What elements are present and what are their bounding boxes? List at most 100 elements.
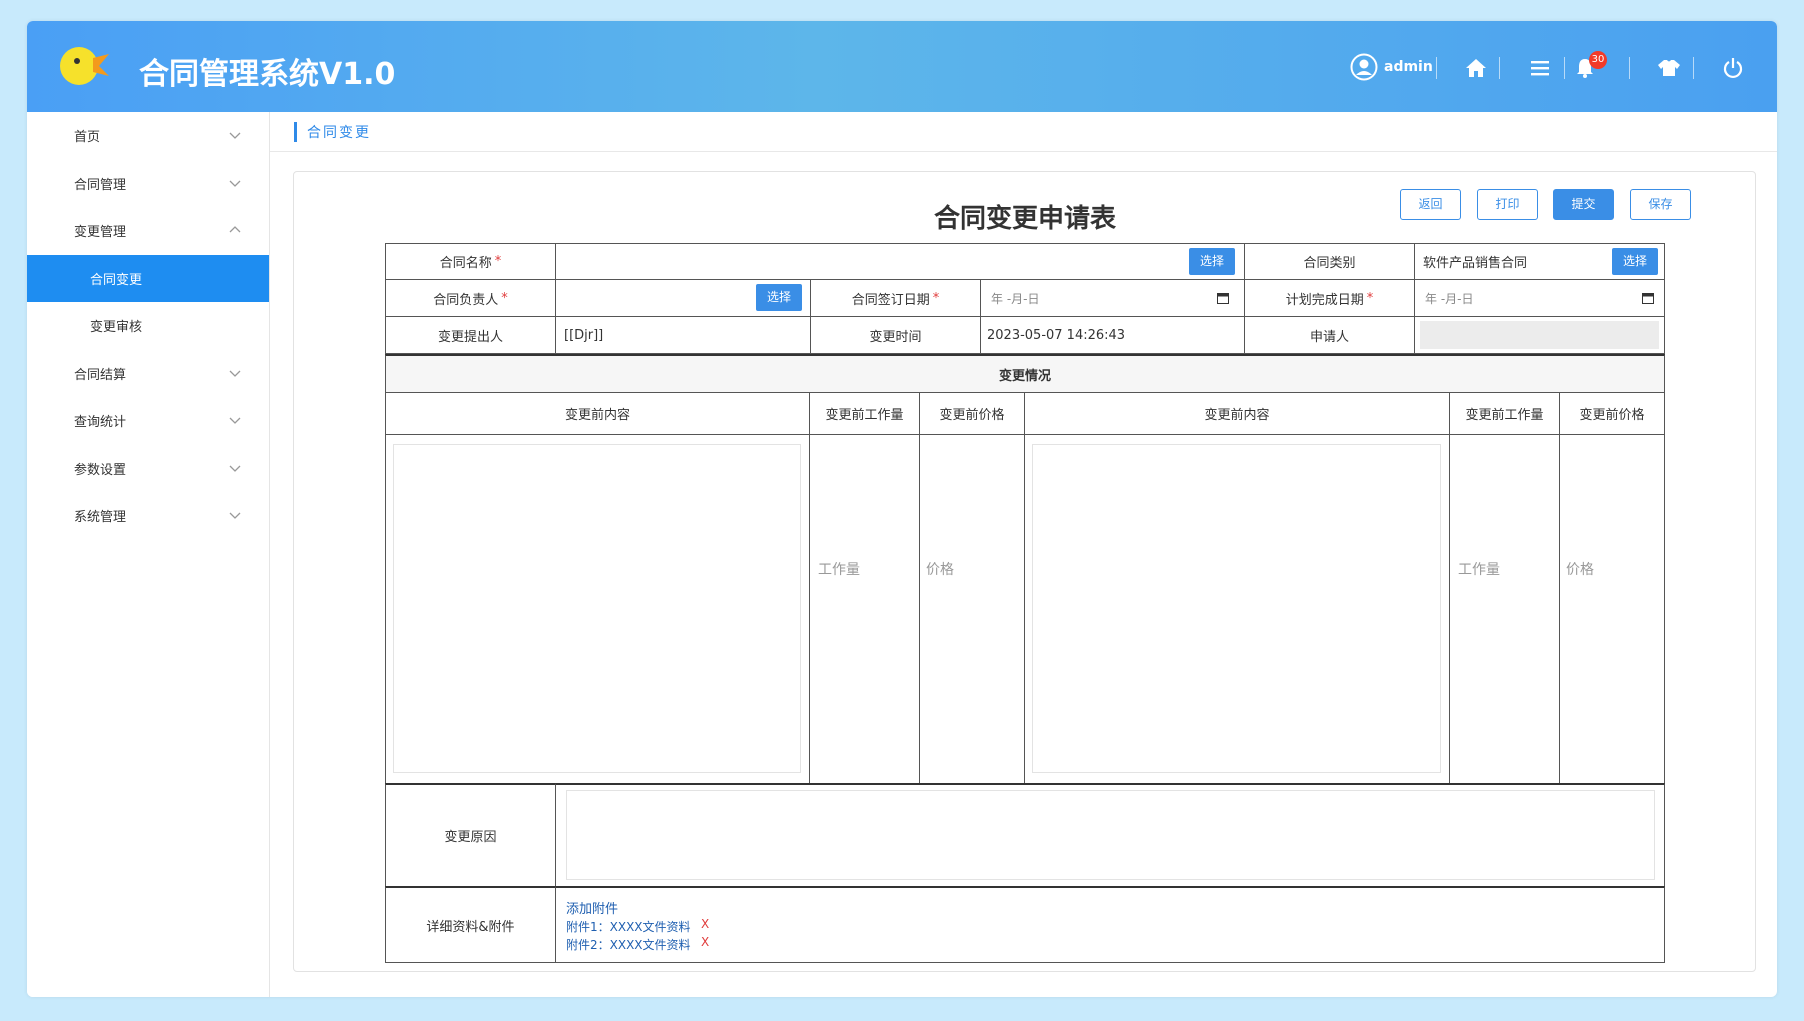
remove-attachment-button[interactable]: X: [701, 917, 709, 931]
attachment-link[interactable]: 附件1：XXXX文件资料: [566, 918, 691, 935]
sidebar-item-label: 合同变更: [90, 272, 143, 288]
select-contract-button[interactable]: 选择: [1189, 248, 1235, 275]
sidebar-item-label: 变更管理: [74, 225, 127, 241]
contract-name-field[interactable]: 选择: [555, 243, 1245, 280]
before-content-cell: [385, 434, 810, 784]
col-before-price: 变更前价格: [919, 392, 1025, 435]
breadcrumb: 合同变更: [270, 112, 1777, 152]
contract-type-field[interactable]: 软件产品销售合同 选择: [1414, 243, 1665, 280]
contract-type-value: 软件产品销售合同: [1423, 256, 1528, 271]
label-change-time: 变更时间: [810, 316, 981, 354]
home-icon[interactable]: [1463, 55, 1489, 81]
chevron-up-icon: [229, 226, 241, 233]
add-attachment-link[interactable]: 添加附件: [566, 898, 618, 917]
select-owner-button[interactable]: 选择: [756, 284, 802, 311]
notification-badge: 30: [1589, 51, 1607, 69]
proposer-value: [[Djr]]: [564, 327, 604, 343]
plan-date-placeholder: 年 -月-日: [1425, 291, 1474, 306]
chevron-down-icon: [229, 370, 241, 377]
header-divider: [1499, 57, 1500, 79]
header-divider: [1564, 57, 1565, 79]
sidebar-item-contract-change[interactable]: 合同变更: [27, 254, 269, 302]
username: admin: [1384, 59, 1433, 75]
col-before-content-2: 变更前内容: [1024, 392, 1450, 435]
section-change-details: 变更情况: [385, 354, 1665, 393]
label-contract-type: 合同类别: [1244, 243, 1415, 280]
shirt-icon[interactable]: [1656, 55, 1682, 81]
col-before-price-2: 变更前价格: [1559, 392, 1665, 435]
sidebar-item-label: 系统管理: [74, 510, 127, 526]
chevron-down-icon: [229, 512, 241, 519]
col-before-content: 变更前内容: [385, 392, 810, 435]
before-content-textarea[interactable]: [393, 444, 801, 773]
proposer-field[interactable]: [[Djr]]: [555, 316, 811, 354]
save-button[interactable]: 保存: [1630, 189, 1691, 220]
print-button[interactable]: 打印: [1477, 189, 1538, 220]
submit-button[interactable]: 提交: [1553, 189, 1614, 220]
sidebar: 首页 合同管理 变更管理 合同变更 变更审核 合同结算 查询统计 参数设置 系统…: [27, 112, 270, 997]
sidebar-item-change-management[interactable]: 变更管理: [27, 207, 269, 255]
before-workload-cell-2[interactable]: 工作量: [1449, 434, 1560, 784]
label-proposer: 变更提出人: [385, 316, 556, 354]
app-title: 合同管理系统V1.0: [139, 57, 396, 92]
reason-textarea[interactable]: [566, 790, 1655, 880]
form-title: 合同变更申请表: [934, 204, 1117, 234]
price-placeholder: 价格: [926, 562, 954, 578]
sidebar-item-contract-management[interactable]: 合同管理: [27, 160, 269, 208]
sidebar-item-label: 变更审核: [90, 320, 143, 336]
select-type-button[interactable]: 选择: [1612, 248, 1658, 275]
sign-date-placeholder: 年 -月-日: [991, 291, 1040, 306]
before-content-textarea-2[interactable]: [1032, 444, 1441, 773]
back-button[interactable]: 返回: [1400, 189, 1461, 220]
sidebar-item-label: 合同结算: [74, 367, 127, 383]
workload-placeholder: 工作量: [818, 562, 860, 578]
before-workload-cell[interactable]: 工作量: [809, 434, 920, 784]
applicant-readonly-box: [1420, 321, 1659, 349]
attachment-link[interactable]: 附件2：XXXX文件资料: [566, 936, 691, 953]
reason-cell: [555, 783, 1665, 887]
label-applicant: 申请人: [1244, 316, 1415, 354]
sign-date-input[interactable]: 年 -月-日: [980, 279, 1245, 317]
sidebar-item-system[interactable]: 系统管理: [27, 492, 269, 540]
label-attachments: 详细资料&附件: [385, 886, 556, 963]
breadcrumb-marker: [294, 122, 297, 142]
header-divider: [1436, 57, 1437, 79]
col-before-workload: 变更前工作量: [809, 392, 920, 435]
sidebar-item-label: 合同管理: [74, 177, 127, 193]
change-time-value: 2023-05-07 14:26:43: [987, 327, 1126, 343]
calendar-icon[interactable]: [1217, 292, 1229, 304]
label-contract-name: 合同名称 *: [385, 243, 556, 280]
before-price-cell-2[interactable]: 价格: [1559, 434, 1665, 784]
plan-date-input[interactable]: 年 -月-日: [1414, 279, 1665, 317]
calendar-icon[interactable]: [1642, 292, 1654, 304]
workload-placeholder: 工作量: [1458, 562, 1500, 578]
applicant-field[interactable]: [1414, 316, 1665, 354]
change-time-field[interactable]: 2023-05-07 14:26:43: [980, 316, 1245, 354]
power-icon[interactable]: [1720, 55, 1746, 81]
user-menu[interactable]: admin: [1350, 51, 1433, 83]
sidebar-item-home[interactable]: 首页: [27, 112, 269, 160]
duck-logo-icon: [60, 47, 109, 85]
sidebar-item-label: 首页: [74, 130, 101, 146]
attachments-cell: 添加附件 附件1：XXXX文件资料 X 附件2：XXXX文件资料 X: [555, 886, 1665, 963]
label-reason: 变更原因: [385, 783, 556, 887]
user-avatar-icon: [1350, 53, 1378, 81]
before-price-cell[interactable]: 价格: [919, 434, 1025, 784]
sidebar-item-statistics[interactable]: 查询统计: [27, 397, 269, 445]
remove-attachment-button[interactable]: X: [701, 935, 709, 949]
header-divider: [1693, 57, 1694, 79]
header-divider: [1629, 57, 1630, 79]
label-plan-date: 计划完成日期 *: [1244, 279, 1415, 317]
owner-field[interactable]: 选择: [555, 279, 811, 317]
chevron-down-icon: [229, 465, 241, 472]
breadcrumb-current[interactable]: 合同变更: [307, 122, 371, 142]
menu-icon[interactable]: [1527, 55, 1553, 81]
sidebar-item-label: 参数设置: [74, 462, 127, 478]
top-header: 合同管理系统V1.0 admin 30: [27, 21, 1777, 112]
sidebar-item-change-review[interactable]: 变更审核: [27, 302, 269, 350]
col-before-workload-2: 变更前工作量: [1449, 392, 1560, 435]
sidebar-item-parameters[interactable]: 参数设置: [27, 445, 269, 493]
chevron-down-icon: [229, 132, 241, 139]
chevron-down-icon: [229, 417, 241, 424]
sidebar-item-settlement[interactable]: 合同结算: [27, 350, 269, 398]
